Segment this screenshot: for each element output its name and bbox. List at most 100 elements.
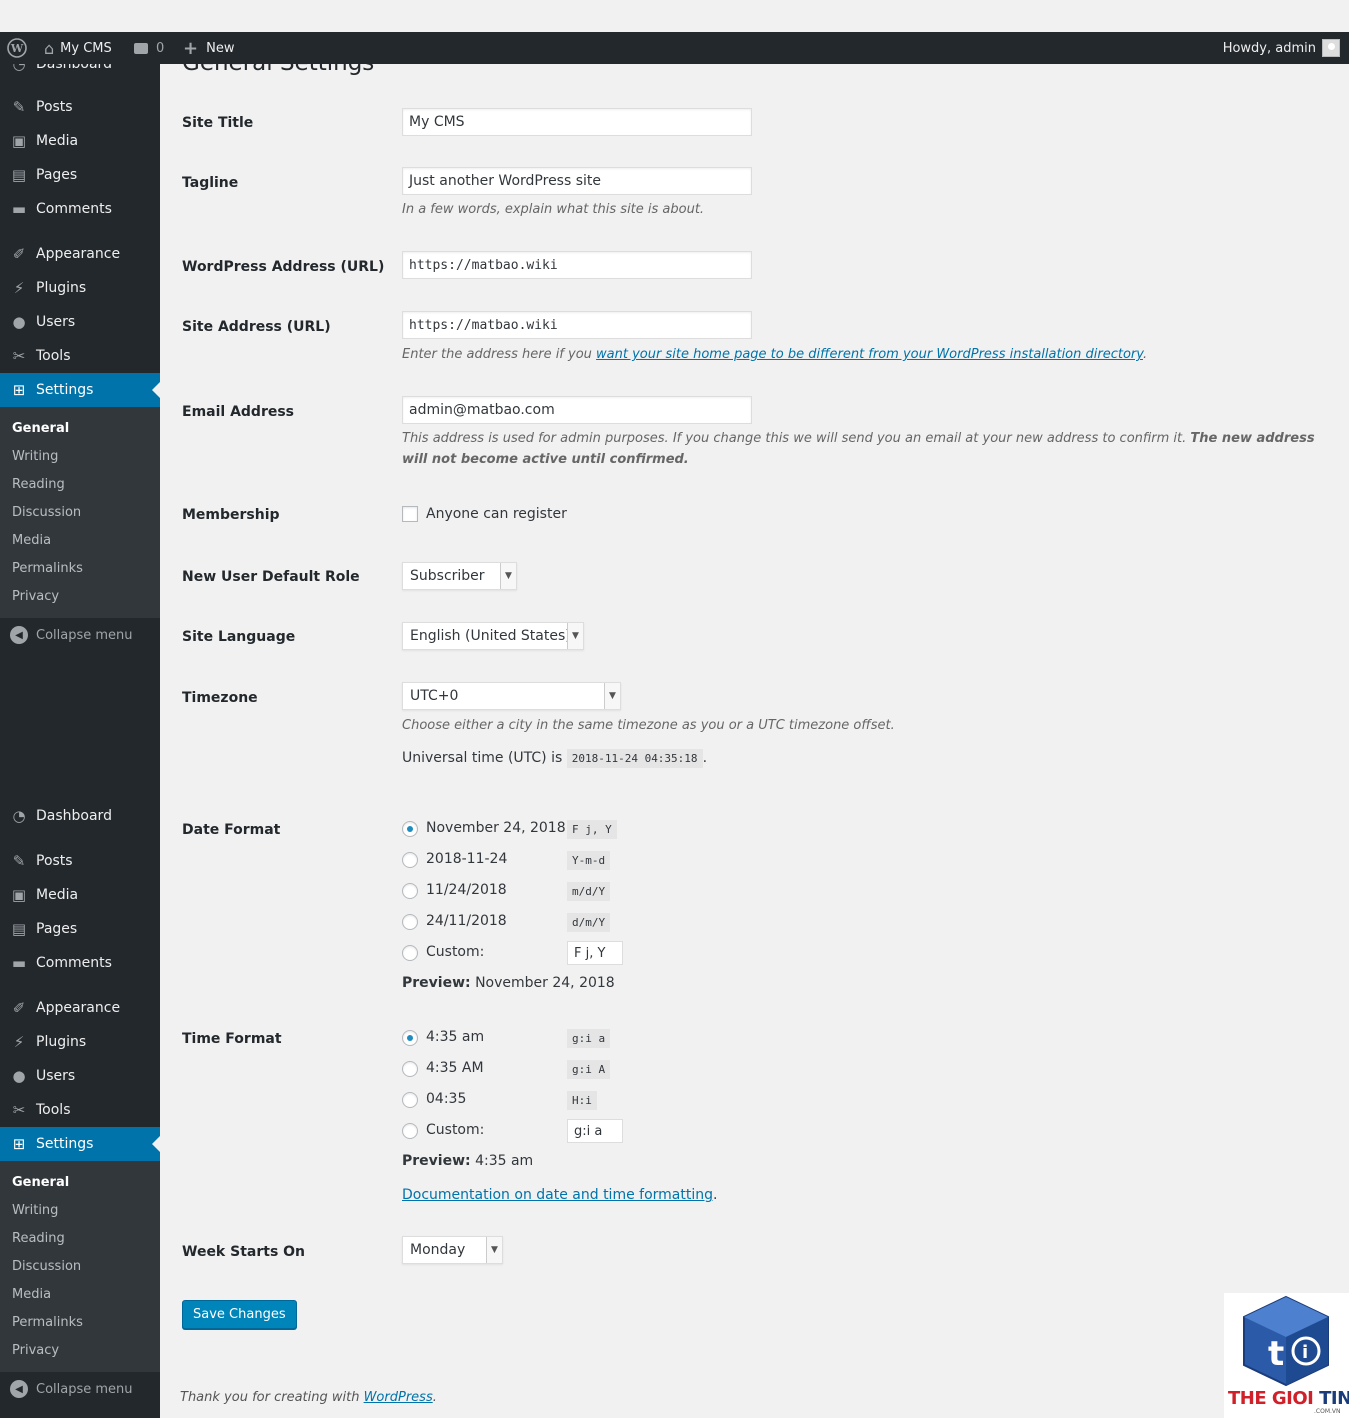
tagline-label: Tagline xyxy=(182,175,239,191)
admin-bar: W ⌂ My CMS 0 + New Howdy, admin xyxy=(0,32,1349,64)
date-format-custom-radio[interactable] xyxy=(402,945,418,961)
sidebar-item-settings[interactable]: ⊞ Settings xyxy=(0,373,160,407)
email-desc-text: This address is used for admin purposes.… xyxy=(402,431,1191,446)
sidebar-item-media[interactable]: ▣ Media xyxy=(0,124,160,158)
submenu-reading[interactable]: Reading xyxy=(12,1224,65,1252)
sidebar-item-posts[interactable]: ✎ Posts xyxy=(0,90,160,124)
site-address-input[interactable]: https://matbao.wiki xyxy=(402,311,752,339)
date-format-radio[interactable] xyxy=(402,852,418,868)
collapse-menu-button[interactable]: ◀ Collapse menu xyxy=(0,618,160,652)
date-format-option-label[interactable]: 11/24/2018 xyxy=(426,882,507,898)
date-format-radio[interactable] xyxy=(402,883,418,899)
admin-sidebar: ◔ Dashboard ✎ Posts ▣ Media ▤ Pages ▬ Commen… xyxy=(0,55,160,1418)
settings-submenu: General Writing Reading Discussion Media… xyxy=(0,1161,160,1372)
utc-value: 2018-11-24 04:35:18 xyxy=(566,749,703,768)
sidebar-item-comments[interactable]: ▬ Comments xyxy=(0,192,160,226)
sidebar-item-comments[interactable]: ▬ Comments xyxy=(0,946,160,980)
date-format-radio[interactable] xyxy=(402,821,418,837)
submenu-writing[interactable]: Writing xyxy=(12,1196,58,1224)
time-format-custom-radio[interactable] xyxy=(402,1123,418,1139)
submenu-media[interactable]: Media xyxy=(12,1280,51,1308)
submenu-privacy[interactable]: Privacy xyxy=(12,1336,59,1364)
sidebar-item-label: Media xyxy=(36,133,79,149)
sidebar-item-label: Comments xyxy=(36,201,112,217)
sidebar-item-plugins[interactable]: ⚡ Plugins xyxy=(0,271,160,305)
sidebar-item-label: Users xyxy=(36,314,76,330)
documentation-link[interactable]: Documentation on date and time formattin… xyxy=(402,1187,713,1203)
sidebar-item-users[interactable]: ● Users xyxy=(0,305,160,339)
sidebar-item-posts[interactable]: ✎ Posts xyxy=(0,844,160,878)
week-starts-select[interactable]: Monday ▼ xyxy=(402,1236,503,1264)
time-format-radio[interactable] xyxy=(402,1061,418,1077)
submenu-reading[interactable]: Reading xyxy=(12,470,65,498)
submenu-writing[interactable]: Writing xyxy=(12,442,58,470)
date-format-code: m/d/Y xyxy=(567,882,611,901)
sidebar-item-label: Pages xyxy=(36,921,78,937)
site-language-label: Site Language xyxy=(182,629,296,645)
sidebar-item-pages[interactable]: ▤ Pages xyxy=(0,912,160,946)
date-format-custom-label[interactable]: Custom: xyxy=(426,944,484,960)
sidebar-item-tools[interactable]: ✂ Tools xyxy=(0,1093,160,1127)
submenu-discussion[interactable]: Discussion xyxy=(12,498,81,526)
time-format-option-label[interactable]: 04:35 xyxy=(426,1091,466,1107)
sidebar-item-label: Tools xyxy=(36,348,71,364)
comments-count: 0 xyxy=(156,40,165,56)
new-content-link[interactable]: + New xyxy=(183,32,234,64)
sidebar-item-label: Posts xyxy=(36,853,73,869)
submenu-permalinks[interactable]: Permalinks xyxy=(12,554,83,582)
svg-text:t: t xyxy=(1268,1334,1284,1374)
time-format-custom-input[interactable]: g:i a xyxy=(567,1119,623,1143)
time-format-option-label[interactable]: 4:35 AM xyxy=(426,1060,484,1076)
sidebar-item-appearance[interactable]: ✐ Appearance xyxy=(0,237,160,271)
date-format-preview: Preview: November 24, 2018 xyxy=(402,975,615,991)
wordpress-logo-icon[interactable]: W xyxy=(7,32,27,64)
site-name-link[interactable]: ⌂ My CMS xyxy=(44,32,112,64)
save-changes-button[interactable]: Save Changes xyxy=(182,1300,297,1329)
anyone-can-register-checkbox[interactable] xyxy=(402,506,418,522)
sidebar-item-label: Plugins xyxy=(36,1034,87,1050)
sidebar-item-label: Dashboard xyxy=(36,808,112,824)
tagline-input[interactable]: Just another WordPress site xyxy=(402,167,752,195)
sidebar-item-users[interactable]: ● Users xyxy=(0,1059,160,1093)
default-role-select[interactable]: Subscriber ▼ xyxy=(402,562,517,590)
email-address-input[interactable]: admin@matbao.com xyxy=(402,396,752,424)
submenu-discussion[interactable]: Discussion xyxy=(12,1252,81,1280)
sidebar-item-plugins[interactable]: ⚡ Plugins xyxy=(0,1025,160,1059)
site-address-label: Site Address (URL) xyxy=(182,319,331,335)
date-format-radio[interactable] xyxy=(402,914,418,930)
watermark-text-b: TINHOC xyxy=(1319,1388,1349,1409)
sidebar-item-appearance[interactable]: ✐ Appearance xyxy=(0,991,160,1025)
date-format-option-label[interactable]: November 24, 2018 xyxy=(426,820,566,836)
my-account-link[interactable]: Howdy, admin xyxy=(1223,32,1340,64)
howdy-label: Howdy, admin xyxy=(1222,40,1316,56)
time-format-option-label[interactable]: 4:35 am xyxy=(426,1029,484,1045)
submenu-permalinks[interactable]: Permalinks xyxy=(12,1308,83,1336)
date-format-option-label[interactable]: 24/11/2018 xyxy=(426,913,507,929)
collapse-menu-button[interactable]: ◀ Collapse menu xyxy=(0,1372,160,1406)
collapse-arrow-icon: ◀ xyxy=(10,1380,28,1398)
site-title-input[interactable]: My CMS xyxy=(402,108,752,136)
sidebar-item-settings[interactable]: ⊞ Settings xyxy=(0,1127,160,1161)
site-language-select[interactable]: English (United States) ▼ xyxy=(402,622,584,650)
date-format-option-label[interactable]: 2018-11-24 xyxy=(426,851,507,867)
time-format-custom-label[interactable]: Custom: xyxy=(426,1122,484,1138)
sidebar-item-dashboard[interactable]: ◔ Dashboard xyxy=(0,799,160,833)
time-format-radio[interactable] xyxy=(402,1030,418,1046)
wordpress-address-input[interactable]: https://matbao.wiki xyxy=(402,251,752,279)
submenu-general[interactable]: General xyxy=(12,414,69,442)
wordpress-link[interactable]: WordPress xyxy=(364,1390,433,1405)
site-address-help-link[interactable]: want your site home page to be different… xyxy=(596,347,1143,362)
comments-link[interactable]: 0 xyxy=(134,32,164,64)
submenu-general[interactable]: General xyxy=(12,1168,69,1196)
sidebar-item-tools[interactable]: ✂ Tools xyxy=(0,339,160,373)
submenu-privacy[interactable]: Privacy xyxy=(12,582,59,610)
time-format-radio[interactable] xyxy=(402,1092,418,1108)
date-format-custom-input[interactable]: F j, Y xyxy=(567,941,623,965)
sidebar-item-media[interactable]: ▣ Media xyxy=(0,878,160,912)
timezone-value: UTC+0 xyxy=(410,688,459,704)
timezone-select[interactable]: UTC+0 ▼ xyxy=(402,682,621,710)
sidebar-item-pages[interactable]: ▤ Pages xyxy=(0,158,160,192)
sidebar-item-label: Plugins xyxy=(36,280,87,296)
submenu-media[interactable]: Media xyxy=(12,526,51,554)
anyone-can-register-label[interactable]: Anyone can register xyxy=(426,506,567,522)
